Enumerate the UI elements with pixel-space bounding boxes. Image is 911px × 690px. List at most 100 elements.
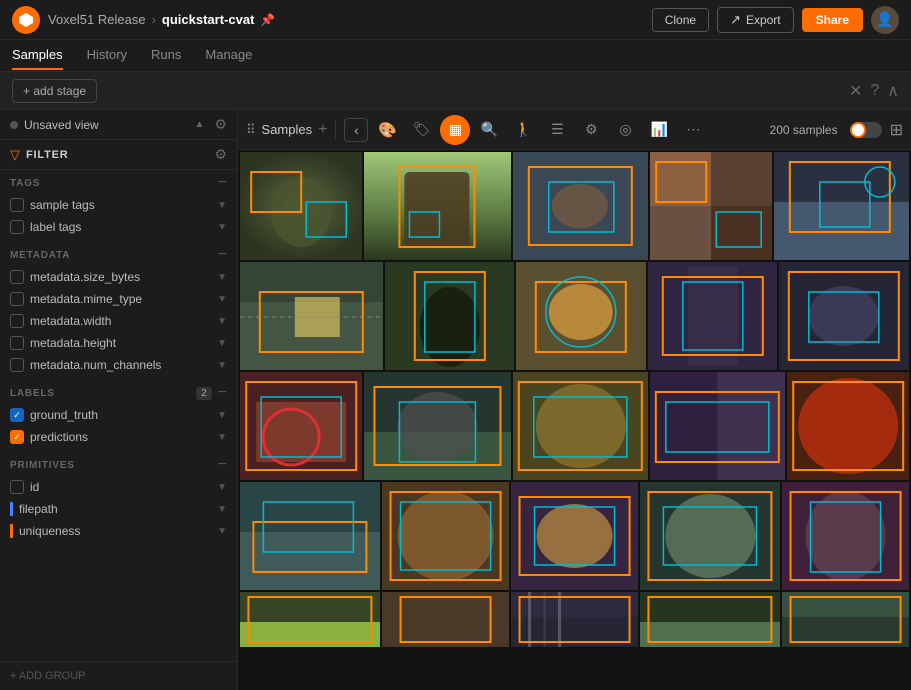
- list-view-button[interactable]: ☰: [542, 115, 572, 145]
- clear-stage-button[interactable]: ✕: [849, 81, 862, 101]
- sidebar-item-predictions[interactable]: ✓ predictions ▼: [0, 426, 237, 448]
- grid-cell[interactable]: [511, 592, 638, 647]
- chart-button[interactable]: 📊: [644, 115, 674, 145]
- tags-section-title: TAGS: [10, 178, 218, 189]
- grid-cell[interactable]: [779, 262, 909, 370]
- project-name[interactable]: Voxel51 Release: [48, 12, 146, 27]
- nav-back-button[interactable]: ‹: [344, 118, 368, 142]
- dataset-name[interactable]: quickstart-cvat: [162, 12, 254, 27]
- tab-samples[interactable]: Samples: [12, 41, 63, 70]
- primitives-section-collapse[interactable]: −: [218, 457, 227, 473]
- mime-type-checkbox[interactable]: [10, 292, 24, 306]
- id-checkbox[interactable]: [10, 480, 24, 494]
- grid-cell[interactable]: [650, 372, 785, 480]
- sidebar-item-num-channels[interactable]: metadata.num_channels ▼: [0, 354, 237, 376]
- view-label: Unsaved view: [24, 118, 189, 132]
- openai-button[interactable]: ◎: [610, 115, 640, 145]
- ground-truth-checkbox[interactable]: ✓: [10, 408, 24, 422]
- mime-type-label: metadata.mime_type: [30, 292, 211, 306]
- sidebar-item-id[interactable]: id ▼: [0, 476, 237, 498]
- grid-cell[interactable]: [240, 592, 380, 647]
- ground-truth-label: ground_truth: [30, 408, 211, 422]
- tab-manage[interactable]: Manage: [205, 41, 252, 70]
- grid-cell[interactable]: [782, 592, 909, 647]
- sidebar-item-height[interactable]: metadata.height ▼: [0, 332, 237, 354]
- export-icon: ↗: [730, 12, 741, 28]
- labels-section: LABELS 2 − ✓ ground_truth ▼ ✓ prediction…: [0, 376, 237, 448]
- settings-button[interactable]: ⚙: [576, 115, 606, 145]
- clone-button[interactable]: Clone: [652, 8, 709, 32]
- add-stage-button[interactable]: + add stage: [12, 79, 97, 103]
- id-label: id: [30, 480, 211, 494]
- sample-tags-checkbox[interactable]: [10, 198, 24, 212]
- toggle-switch[interactable]: [850, 122, 882, 138]
- grid-cell[interactable]: [640, 592, 780, 647]
- tab-runs[interactable]: Runs: [151, 41, 181, 70]
- samples-count: 200 samples: [770, 123, 838, 137]
- size-bytes-checkbox[interactable]: [10, 270, 24, 284]
- content-area: ⠿ Samples + ‹ 🎨 🏷 ▦ 🔍 🚶 ☰ ⚙ ◎ 📊 ⋯ 200 sa…: [238, 110, 911, 690]
- sample-image-17: [382, 482, 509, 590]
- grid-view-button[interactable]: ▦: [440, 115, 470, 145]
- grid-cell[interactable]: [787, 372, 909, 480]
- sidebar-settings-icon[interactable]: ⚙: [214, 116, 227, 133]
- grid-cell[interactable]: [650, 152, 772, 260]
- header-logo[interactable]: [12, 6, 40, 34]
- export-button[interactable]: ↗ Export: [717, 7, 794, 33]
- breadcrumb: Voxel51 Release › quickstart-cvat 📌: [48, 12, 275, 27]
- grid-cell[interactable]: [774, 152, 909, 260]
- grid-layout-button[interactable]: ⊞: [890, 120, 903, 140]
- grid-cell[interactable]: [382, 482, 509, 590]
- grid-cell[interactable]: [513, 152, 648, 260]
- sidebar-item-filepath[interactable]: filepath ▼: [0, 498, 237, 520]
- grid-cell[interactable]: [382, 592, 509, 647]
- grid-cell[interactable]: [516, 262, 646, 370]
- predictions-checkbox[interactable]: ✓: [10, 430, 24, 444]
- person-button[interactable]: 🚶: [508, 115, 538, 145]
- labels-section-collapse[interactable]: −: [218, 385, 227, 401]
- grid-icon-toolbar: ⠿: [246, 122, 256, 138]
- avatar[interactable]: 👤: [871, 6, 899, 34]
- label-tags-checkbox[interactable]: [10, 220, 24, 234]
- sample-image-6: [240, 262, 383, 370]
- grid-cell[interactable]: [648, 262, 778, 370]
- metadata-section-collapse[interactable]: −: [218, 247, 227, 263]
- sidebar-item-size-bytes[interactable]: metadata.size_bytes ▼: [0, 266, 237, 288]
- image-grid: [238, 150, 911, 690]
- grid-cell[interactable]: [364, 152, 511, 260]
- tags-section-collapse[interactable]: −: [218, 175, 227, 191]
- sidebar-item-width[interactable]: metadata.width ▼: [0, 310, 237, 332]
- sidebar-item-label-tags[interactable]: label tags ▼: [0, 216, 237, 238]
- filter-settings-icon[interactable]: ⚙: [214, 146, 227, 163]
- labels-section-title: LABELS: [10, 388, 196, 399]
- samples-tab-label[interactable]: Samples: [262, 122, 313, 137]
- grid-cell[interactable]: [640, 482, 780, 590]
- tag-button[interactable]: 🏷: [406, 115, 436, 145]
- sidebar-item-mime-type[interactable]: metadata.mime_type ▼: [0, 288, 237, 310]
- grid-cell[interactable]: [511, 482, 638, 590]
- help-stage-button[interactable]: ?: [870, 82, 879, 100]
- sidebar-item-ground-truth[interactable]: ✓ ground_truth ▼: [0, 404, 237, 426]
- share-button[interactable]: Share: [802, 8, 863, 32]
- collapse-stage-button[interactable]: ∧: [887, 81, 899, 101]
- tab-history[interactable]: History: [87, 41, 127, 70]
- palette-button[interactable]: 🎨: [372, 115, 402, 145]
- grid-cell[interactable]: [364, 372, 511, 480]
- grid-cell[interactable]: [240, 262, 383, 370]
- add-group-button[interactable]: + ADD GROUP: [0, 661, 237, 690]
- grid-cell[interactable]: [240, 372, 362, 480]
- predictions-label: predictions: [30, 430, 211, 444]
- width-checkbox[interactable]: [10, 314, 24, 328]
- height-checkbox[interactable]: [10, 336, 24, 350]
- sidebar-item-uniqueness[interactable]: uniqueness ▼: [0, 520, 237, 542]
- grid-cell[interactable]: [385, 262, 515, 370]
- sidebar-item-sample-tags[interactable]: sample tags ▼: [0, 194, 237, 216]
- add-tab-button[interactable]: +: [318, 121, 327, 139]
- search-button[interactable]: 🔍: [474, 115, 504, 145]
- scatter-button[interactable]: ⋯: [678, 115, 708, 145]
- grid-cell[interactable]: [240, 482, 380, 590]
- grid-cell[interactable]: [240, 152, 362, 260]
- grid-cell[interactable]: [513, 372, 648, 480]
- num-channels-checkbox[interactable]: [10, 358, 24, 372]
- grid-cell[interactable]: [782, 482, 909, 590]
